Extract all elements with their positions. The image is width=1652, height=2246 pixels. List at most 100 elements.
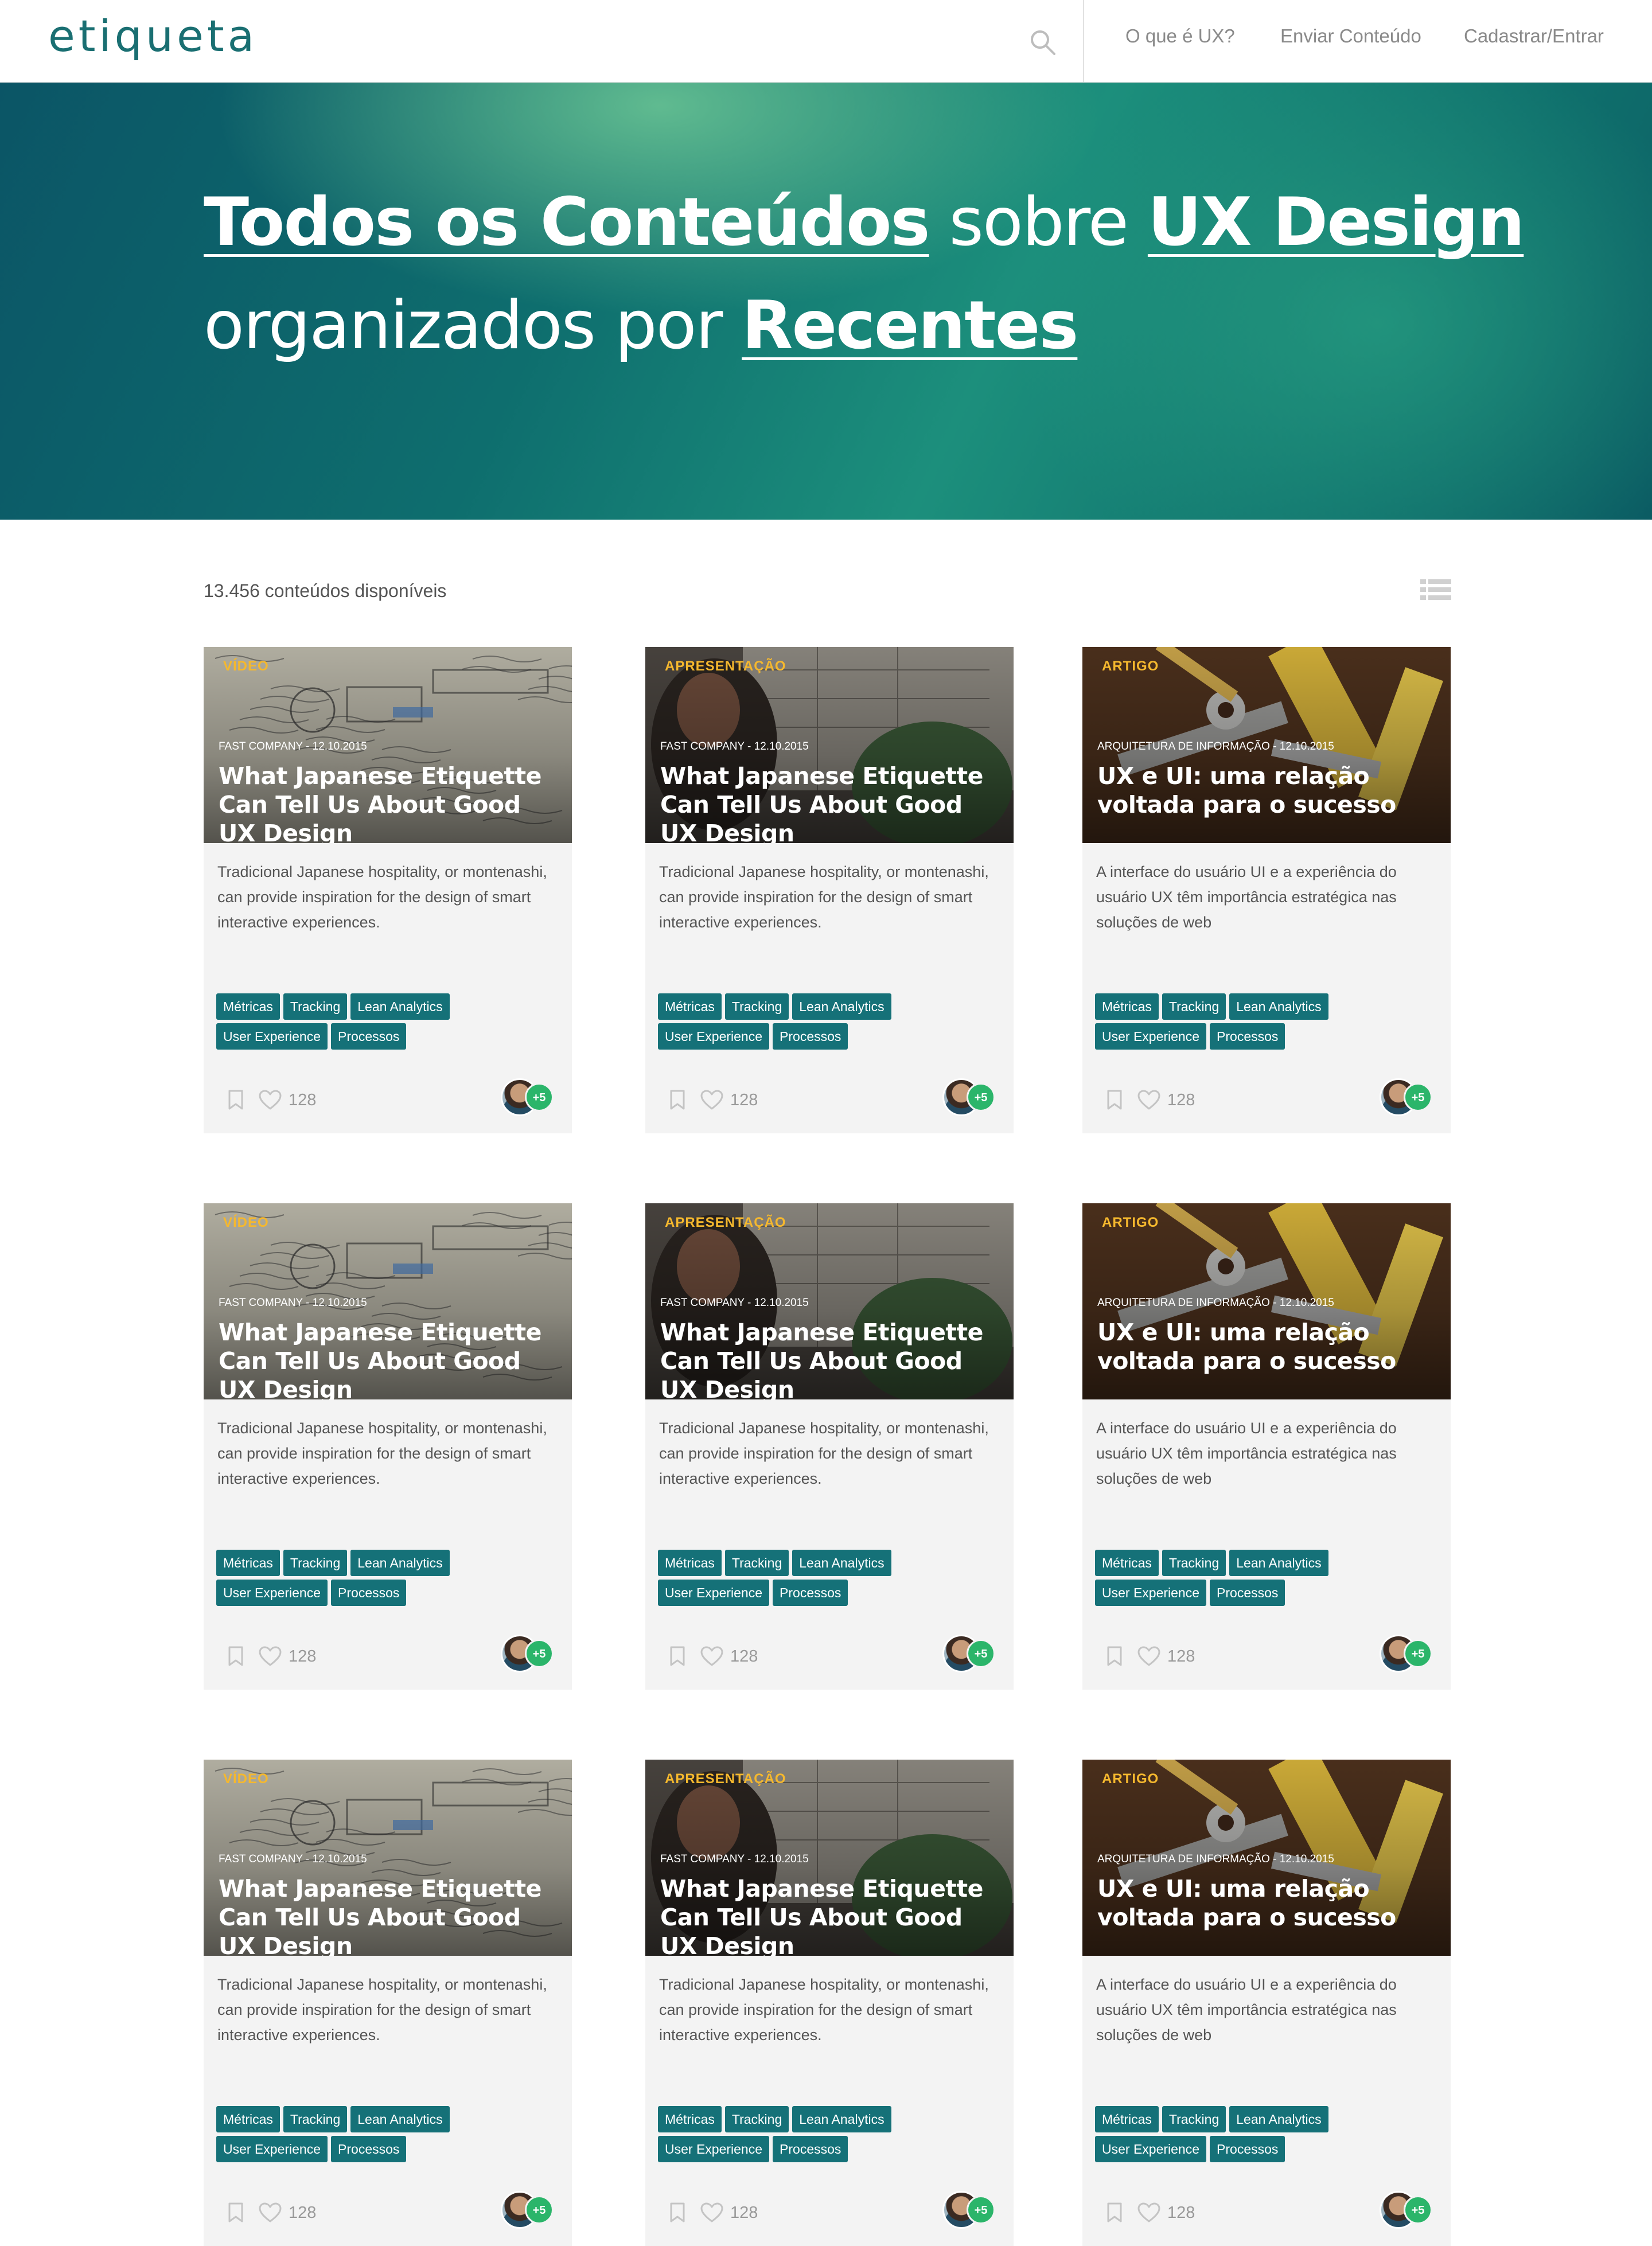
card-thumbnail[interactable]: VÍDEO FAST COMPANY - 12.10.2015 What Jap… <box>204 1203 572 1399</box>
tag-chip[interactable]: Lean Analytics <box>350 1550 450 1576</box>
content-card[interactable]: ARTIGO ARQUITETURA DE INFORMAÇÃO - 12.10… <box>1082 1203 1451 1690</box>
tag-chip[interactable]: Lean Analytics <box>1229 2106 1328 2132</box>
card-thumbnail[interactable]: APRESENTAÇÃO FAST COMPANY - 12.10.2015 W… <box>645 1760 1014 1956</box>
tag-chip[interactable]: Tracking <box>724 993 789 1020</box>
heart-icon[interactable] <box>259 1090 282 1110</box>
heart-icon[interactable] <box>700 1090 723 1110</box>
tag-chip[interactable]: User Experience <box>658 2136 770 2162</box>
bookmark-icon[interactable] <box>1106 1646 1123 1667</box>
tag-chip[interactable]: Métricas <box>658 993 722 1020</box>
tag-chip[interactable]: User Experience <box>216 1023 328 1050</box>
tag-chip[interactable]: Lean Analytics <box>792 1550 891 1576</box>
tag-chip[interactable]: Lean Analytics <box>1229 993 1328 1020</box>
tag-chip[interactable]: Lean Analytics <box>792 2106 891 2132</box>
card-title[interactable]: What Japanese Etiquette Can Tell Us Abou… <box>660 1318 1004 1399</box>
bookmark-icon[interactable] <box>669 1646 685 1667</box>
tag-chip[interactable]: Lean Analytics <box>1229 1550 1328 1576</box>
tag-chip[interactable]: User Experience <box>658 1023 770 1050</box>
list-view-icon[interactable] <box>1420 578 1451 601</box>
tag-chip[interactable]: Processos <box>773 2136 848 2162</box>
card-title[interactable]: What Japanese Etiquette Can Tell Us Abou… <box>219 1318 563 1399</box>
tag-chip[interactable]: Tracking <box>724 2106 789 2132</box>
tag-chip[interactable]: Tracking <box>1162 1550 1226 1576</box>
tag-chip[interactable]: User Experience <box>1095 1023 1207 1050</box>
tag-chip[interactable]: Processos <box>1210 1023 1285 1050</box>
tag-chip[interactable]: Tracking <box>283 1550 348 1576</box>
heart-icon[interactable] <box>259 2202 282 2223</box>
bookmark-icon[interactable] <box>1106 1090 1123 1110</box>
tag-chip[interactable]: User Experience <box>216 2136 328 2162</box>
nav-link-login[interactable]: Cadastrar/Entrar <box>1464 25 1604 47</box>
content-card[interactable]: ARTIGO ARQUITETURA DE INFORMAÇÃO - 12.10… <box>1082 647 1451 1133</box>
more-contributors-badge[interactable]: +5 <box>1404 2196 1432 2224</box>
tag-chip[interactable]: Processos <box>773 1023 848 1050</box>
tag-chip[interactable]: Métricas <box>216 2106 280 2132</box>
content-card[interactable]: ARTIGO ARQUITETURA DE INFORMAÇÃO - 12.10… <box>1082 1760 1451 2246</box>
tag-chip[interactable]: Processos <box>1210 2136 1285 2162</box>
card-thumbnail[interactable]: VÍDEO FAST COMPANY - 12.10.2015 What Jap… <box>204 1760 572 1956</box>
content-card[interactable]: VÍDEO FAST COMPANY - 12.10.2015 What Jap… <box>204 1760 572 2246</box>
card-title[interactable]: UX e UI: uma relação voltada para o suce… <box>1097 762 1441 819</box>
hero-filter-sort[interactable]: Recentes <box>742 287 1078 364</box>
heart-icon[interactable] <box>1137 1090 1160 1110</box>
bookmark-icon[interactable] <box>669 2202 685 2223</box>
card-thumbnail[interactable]: APRESENTAÇÃO FAST COMPANY - 12.10.2015 W… <box>645 1203 1014 1399</box>
more-contributors-badge[interactable]: +5 <box>967 1639 995 1668</box>
tag-chip[interactable]: Processos <box>331 2136 407 2162</box>
tag-chip[interactable]: Tracking <box>724 1550 789 1576</box>
card-title[interactable]: UX e UI: uma relação voltada para o suce… <box>1097 1874 1441 1932</box>
tag-chip[interactable]: Tracking <box>283 2106 348 2132</box>
card-title[interactable]: What Japanese Etiquette Can Tell Us Abou… <box>219 1874 563 1956</box>
tag-chip[interactable]: Processos <box>1210 1580 1285 1606</box>
heart-icon[interactable] <box>259 1646 282 1667</box>
more-contributors-badge[interactable]: +5 <box>967 1083 995 1112</box>
nav-link-submit-content[interactable]: Enviar Conteúdo <box>1280 25 1421 47</box>
tag-chip[interactable]: Métricas <box>1095 1550 1159 1576</box>
more-contributors-badge[interactable]: +5 <box>1404 1083 1432 1112</box>
bookmark-icon[interactable] <box>228 1646 244 1667</box>
heart-icon[interactable] <box>700 1646 723 1667</box>
card-thumbnail[interactable]: ARTIGO ARQUITETURA DE INFORMAÇÃO - 12.10… <box>1082 647 1451 843</box>
tag-chip[interactable]: Lean Analytics <box>792 993 891 1020</box>
tag-chip[interactable]: Métricas <box>658 2106 722 2132</box>
tag-chip[interactable]: Processos <box>773 1580 848 1606</box>
logo[interactable]: etiqueta <box>48 10 258 61</box>
tag-chip[interactable]: Métricas <box>1095 2106 1159 2132</box>
heart-icon[interactable] <box>1137 1646 1160 1667</box>
content-card[interactable]: VÍDEO FAST COMPANY - 12.10.2015 What Jap… <box>204 647 572 1133</box>
content-card[interactable]: VÍDEO FAST COMPANY - 12.10.2015 What Jap… <box>204 1203 572 1690</box>
tag-chip[interactable]: Métricas <box>658 1550 722 1576</box>
card-title[interactable]: What Japanese Etiquette Can Tell Us Abou… <box>660 762 1004 843</box>
tag-chip[interactable]: User Experience <box>658 1580 770 1606</box>
heart-icon[interactable] <box>700 2202 723 2223</box>
card-thumbnail[interactable]: APRESENTAÇÃO FAST COMPANY - 12.10.2015 W… <box>645 647 1014 843</box>
heart-icon[interactable] <box>1137 2202 1160 2223</box>
hero-filter-all-content[interactable]: Todos os Conteúdos <box>204 184 930 261</box>
tag-chip[interactable]: User Experience <box>1095 1580 1207 1606</box>
tag-chip[interactable]: User Experience <box>216 1580 328 1606</box>
bookmark-icon[interactable] <box>669 1090 685 1110</box>
bookmark-icon[interactable] <box>228 2202 244 2223</box>
card-title[interactable]: What Japanese Etiquette Can Tell Us Abou… <box>660 1874 1004 1956</box>
card-thumbnail[interactable]: VÍDEO FAST COMPANY - 12.10.2015 What Jap… <box>204 647 572 843</box>
more-contributors-badge[interactable]: +5 <box>967 2196 995 2224</box>
card-thumbnail[interactable]: ARTIGO ARQUITETURA DE INFORMAÇÃO - 12.10… <box>1082 1760 1451 1956</box>
card-thumbnail[interactable]: ARTIGO ARQUITETURA DE INFORMAÇÃO - 12.10… <box>1082 1203 1451 1399</box>
bookmark-icon[interactable] <box>228 1090 244 1110</box>
card-title[interactable]: UX e UI: uma relação voltada para o suce… <box>1097 1318 1441 1375</box>
tag-chip[interactable]: Tracking <box>1162 2106 1226 2132</box>
tag-chip[interactable]: Processos <box>331 1580 407 1606</box>
hero-filter-topic[interactable]: UX Design <box>1148 184 1525 261</box>
tag-chip[interactable]: Métricas <box>1095 993 1159 1020</box>
more-contributors-badge[interactable]: +5 <box>525 1083 554 1112</box>
card-title[interactable]: What Japanese Etiquette Can Tell Us Abou… <box>219 762 563 843</box>
search-icon[interactable] <box>1028 28 1058 57</box>
more-contributors-badge[interactable]: +5 <box>525 1639 554 1668</box>
tag-chip[interactable]: Métricas <box>216 1550 280 1576</box>
content-card[interactable]: APRESENTAÇÃO FAST COMPANY - 12.10.2015 W… <box>645 1760 1014 2246</box>
nav-link-what-is-ux[interactable]: O que é UX? <box>1125 25 1235 47</box>
content-card[interactable]: APRESENTAÇÃO FAST COMPANY - 12.10.2015 W… <box>645 1203 1014 1690</box>
more-contributors-badge[interactable]: +5 <box>1404 1639 1432 1668</box>
tag-chip[interactable]: Lean Analytics <box>350 993 450 1020</box>
tag-chip[interactable]: Tracking <box>283 993 348 1020</box>
